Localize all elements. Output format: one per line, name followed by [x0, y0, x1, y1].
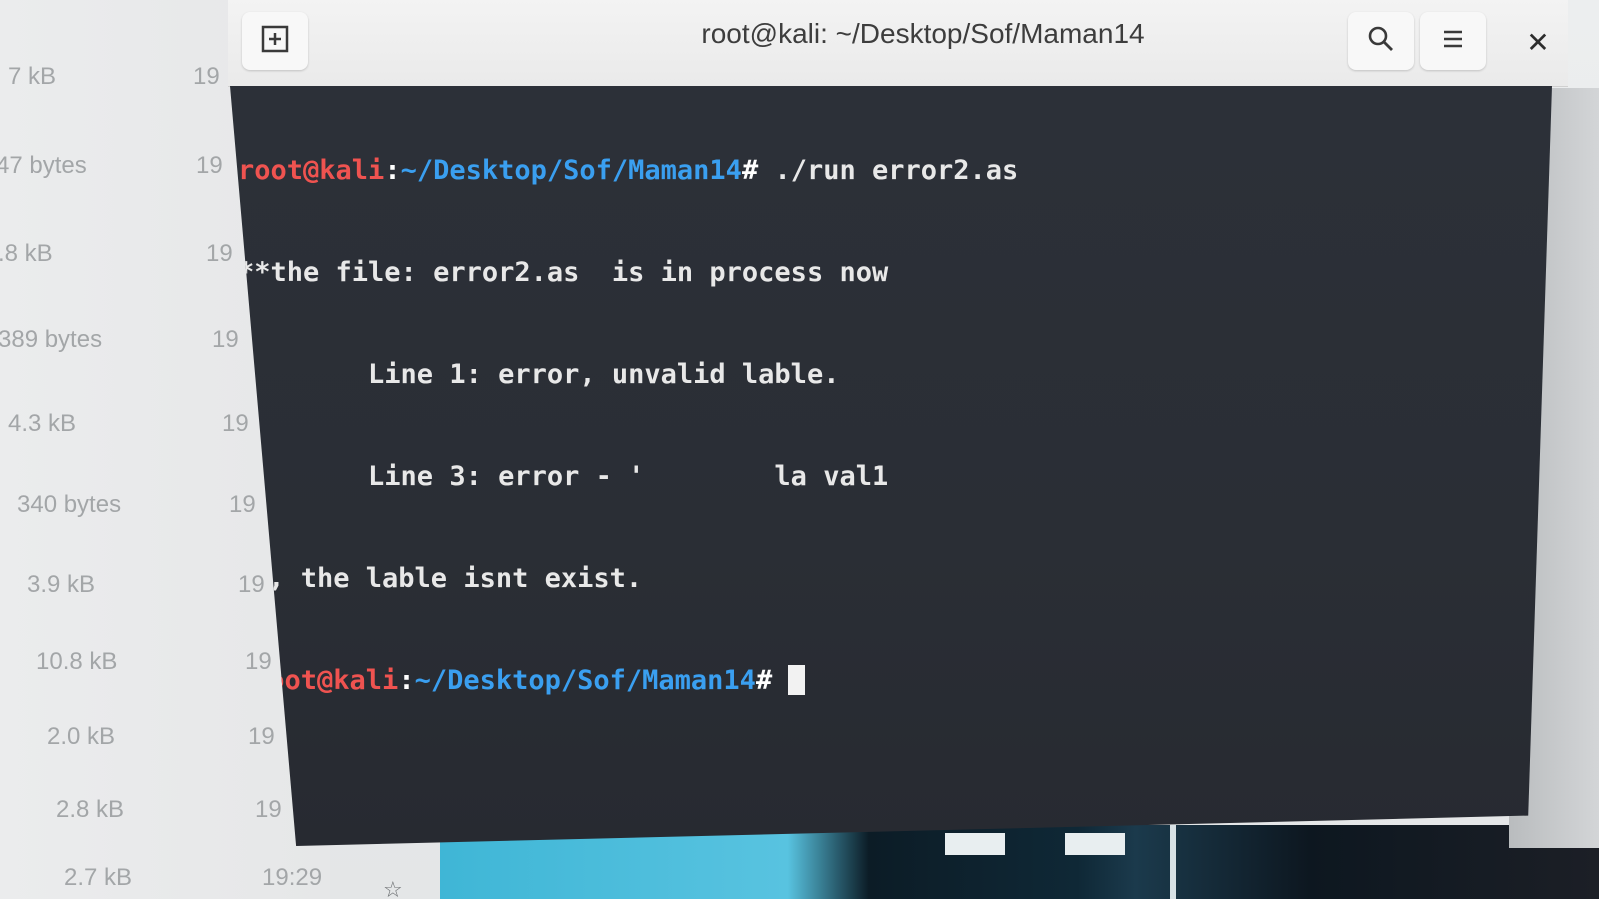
- output-line: ', the lable isnt exist.: [252, 563, 643, 594]
- prompt-line[interactable]: root@kali:~/Desktop/Sof/Maman14#: [238, 664, 1018, 698]
- close-icon: ✕: [1526, 25, 1550, 59]
- menu-button[interactable]: [1420, 12, 1486, 70]
- file-size: 7 kB: [8, 63, 57, 90]
- text-cursor: [788, 665, 806, 695]
- file-time: 19:29: [262, 864, 323, 891]
- prompt-hash: #: [755, 665, 789, 696]
- terminal-output: root@kali:~/Desktop/Sof/Maman14# ./run e…: [238, 86, 1018, 766]
- terminal-body[interactable]: root@kali:~/Desktop/Sof/Maman14# ./run e…: [230, 86, 1552, 846]
- star-icon[interactable]: ☆: [383, 878, 403, 899]
- prompt-path: ~/Desktop/Sof/Maman14: [414, 665, 756, 696]
- search-icon: [1367, 25, 1395, 57]
- desktop-screen: 7 kB 19 47 bytes 19 .8 kB 19 389 bytes 1…: [0, 0, 1599, 899]
- file-size: 4.3 kB: [8, 410, 77, 437]
- file-size: 389 bytes: [0, 326, 103, 353]
- terminal-window: root@kali: ~/Desktop/Sof/Maman14 ✕ root@…: [228, 0, 1568, 846]
- file-size: 47 bytes: [0, 152, 87, 179]
- terminal-titlebar[interactable]: root@kali: ~/Desktop/Sof/Maman14 ✕: [228, 0, 1568, 87]
- file-time: 19: [196, 152, 223, 179]
- file-size: 10.8 kB: [36, 648, 118, 675]
- prompt-hash: #: [741, 155, 775, 186]
- file-size: 340 bytes: [17, 491, 122, 518]
- file-size: 2.0 kB: [47, 723, 116, 750]
- prompt-colon: :: [398, 665, 415, 696]
- file-size: 2.8 kB: [56, 796, 125, 823]
- command-line: root@kali:~/Desktop/Sof/Maman14# ./run e…: [238, 154, 1018, 188]
- output-line: Line 1: error, unvalid lable.: [238, 359, 840, 390]
- file-size: 3.9 kB: [27, 571, 96, 598]
- hamburger-menu-icon: [1441, 27, 1465, 55]
- close-button[interactable]: ✕: [1518, 22, 1558, 62]
- file-size: .8 kB: [0, 240, 53, 267]
- output-line: Line 3: error - ' la val1: [238, 461, 889, 492]
- prompt-path: ~/Desktop/Sof/Maman14: [400, 155, 742, 186]
- prompt-user: root@kali: [252, 665, 399, 696]
- search-button[interactable]: [1348, 12, 1414, 70]
- file-time: 19: [193, 63, 220, 90]
- output-line: **the file: error2.as is in process now: [238, 257, 889, 288]
- file-size: 2.7 kB: [64, 864, 133, 891]
- prompt-colon: :: [384, 155, 401, 186]
- prompt-user: root@kali: [238, 155, 385, 186]
- command-text: ./run error2.as: [774, 155, 1019, 186]
